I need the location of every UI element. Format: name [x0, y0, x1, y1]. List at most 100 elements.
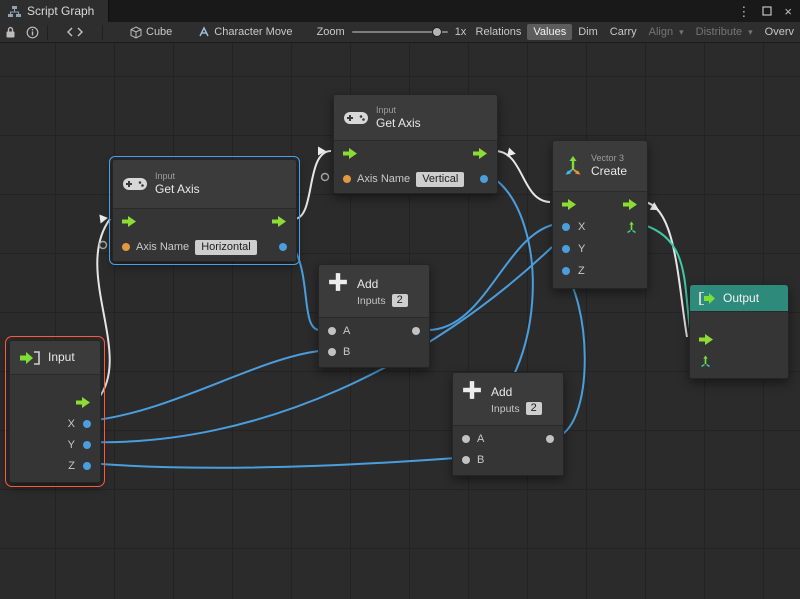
info-button[interactable] — [21, 24, 44, 41]
port-y-label: Y — [68, 439, 75, 451]
node-title: Input — [48, 350, 75, 364]
control-out-port[interactable] — [623, 199, 638, 210]
node-title: Get Axis — [155, 182, 200, 196]
control-out-port[interactable] — [473, 148, 488, 159]
result-port[interactable] — [412, 327, 420, 335]
connection-control-vertical-to-vector3[interactable] — [495, 151, 550, 202]
zoom-label: Zoom — [317, 26, 345, 38]
control-out-port[interactable] — [76, 397, 91, 408]
code-view-button[interactable] — [51, 25, 99, 39]
zoom-value: 1x — [455, 26, 467, 38]
port-y[interactable] — [83, 441, 91, 449]
node-vector3-create[interactable]: Vector 3 Create X — [552, 140, 648, 289]
control-in-port[interactable] — [122, 216, 137, 227]
axis-name-field[interactable]: Vertical — [416, 172, 464, 187]
port-z-label: Z — [68, 460, 75, 472]
port-b[interactable] — [462, 456, 470, 464]
zoom-slider[interactable] — [352, 31, 448, 33]
port-a[interactable] — [328, 327, 336, 335]
breadcrumb-character-move-label: Character Move — [214, 26, 292, 38]
cube-icon — [130, 26, 142, 39]
connection-input-z-to-add2-b[interactable] — [88, 458, 456, 468]
node-get-axis-vertical[interactable]: Input Get Axis Axis Name Vertical — [333, 94, 498, 194]
align-dropdown[interactable]: Align ▾ — [643, 24, 690, 40]
input-event-icon — [20, 351, 40, 365]
port-unconnected-vertical[interactable] — [322, 174, 329, 181]
graph-canvas[interactable]: Input Get Axis Axis Name Vertical — [0, 43, 800, 599]
node-title: Output — [723, 291, 759, 305]
connection-control-vector3-to-output[interactable] — [645, 202, 687, 337]
result-port[interactable] — [480, 175, 488, 183]
vector-in-port-icon[interactable] — [699, 355, 712, 368]
connection-control-horizontal-to-vertical[interactable] — [294, 151, 331, 219]
vector-result-port-icon[interactable] — [625, 221, 638, 234]
inputs-count-field[interactable]: 2 — [392, 294, 408, 307]
node-title: Add — [491, 385, 542, 399]
distribute-dropdown[interactable]: Distribute ▾ — [690, 24, 759, 40]
graph-toolbar: Cube Character Move Zoom 1x Relations Va… — [0, 22, 800, 43]
port-x-label: X — [578, 221, 585, 233]
port-x-label: X — [68, 418, 75, 430]
port-b[interactable] — [328, 348, 336, 356]
node-category: Vector 3 — [591, 153, 627, 164]
dim-button[interactable]: Dim — [572, 24, 604, 40]
character-move-icon — [198, 26, 210, 38]
port-a[interactable] — [462, 435, 470, 443]
values-button[interactable]: Values — [527, 24, 572, 40]
script-graph-icon — [8, 6, 21, 17]
tab-label: Script Graph — [27, 4, 94, 18]
zoom-slider-handle[interactable] — [432, 27, 442, 37]
inputs-count-field[interactable]: 2 — [526, 402, 542, 415]
node-output[interactable]: Output — [689, 284, 789, 379]
port-a-label: A — [343, 325, 350, 337]
breadcrumb-cube-label: Cube — [146, 26, 172, 38]
axis-name-port[interactable] — [122, 243, 130, 251]
control-in-port[interactable] — [343, 148, 358, 159]
overview-button[interactable]: Overv — [759, 24, 800, 40]
toolbar-separator — [102, 25, 103, 40]
port-unconnected-horizontal[interactable] — [100, 242, 107, 249]
node-get-axis-horizontal[interactable]: Input Get Axis Axis Name Horizontal — [112, 159, 297, 262]
tab-script-graph[interactable]: Script Graph — [0, 0, 109, 22]
result-port[interactable] — [279, 243, 287, 251]
node-add-bottom[interactable]: Add Inputs 2 A B — [452, 372, 564, 476]
control-in-port[interactable] — [699, 334, 714, 345]
axis-name-field[interactable]: Horizontal — [195, 240, 257, 255]
breadcrumb-character-move[interactable]: Character Move — [192, 24, 298, 40]
control-out-port[interactable] — [272, 216, 287, 227]
chevron-down-icon: ▾ — [679, 27, 684, 38]
result-port[interactable] — [546, 435, 554, 443]
toolbar-separator — [47, 25, 48, 40]
port-b-label: B — [477, 454, 484, 466]
node-input-event[interactable]: Input X Y Z — [9, 340, 101, 483]
chevron-down-icon: ▾ — [748, 27, 753, 38]
port-z[interactable] — [83, 462, 91, 470]
port-z-label: Z — [578, 265, 585, 277]
axis-name-port[interactable] — [343, 175, 351, 183]
maximize-icon[interactable] — [762, 6, 772, 16]
output-icon — [699, 292, 716, 305]
port-y-label: Y — [578, 243, 585, 255]
port-x[interactable] — [83, 420, 91, 428]
add-icon — [328, 272, 348, 292]
port-x[interactable] — [562, 223, 570, 231]
lock-icon — [5, 26, 16, 38]
node-category: Input — [155, 171, 200, 182]
inputs-label: Inputs — [491, 403, 520, 415]
port-y[interactable] — [562, 245, 570, 253]
carry-button[interactable]: Carry — [604, 24, 643, 40]
port-a-label: A — [477, 433, 484, 445]
gamepad-icon — [344, 111, 368, 125]
node-add-top[interactable]: Add Inputs 2 A B — [318, 264, 430, 368]
titlebar-drag-area[interactable] — [109, 0, 737, 22]
relations-button[interactable]: Relations — [470, 24, 528, 40]
vector3-icon — [563, 156, 583, 176]
kebab-menu-icon[interactable]: ⋮ — [737, 5, 750, 18]
lock-button[interactable] — [0, 24, 21, 40]
control-in-port[interactable] — [562, 199, 577, 210]
titlebar: Script Graph ⋮ × — [0, 0, 800, 22]
close-icon[interactable]: × — [784, 5, 792, 18]
breadcrumb-cube[interactable]: Cube — [124, 24, 178, 41]
info-icon — [26, 26, 39, 39]
port-z[interactable] — [562, 267, 570, 275]
